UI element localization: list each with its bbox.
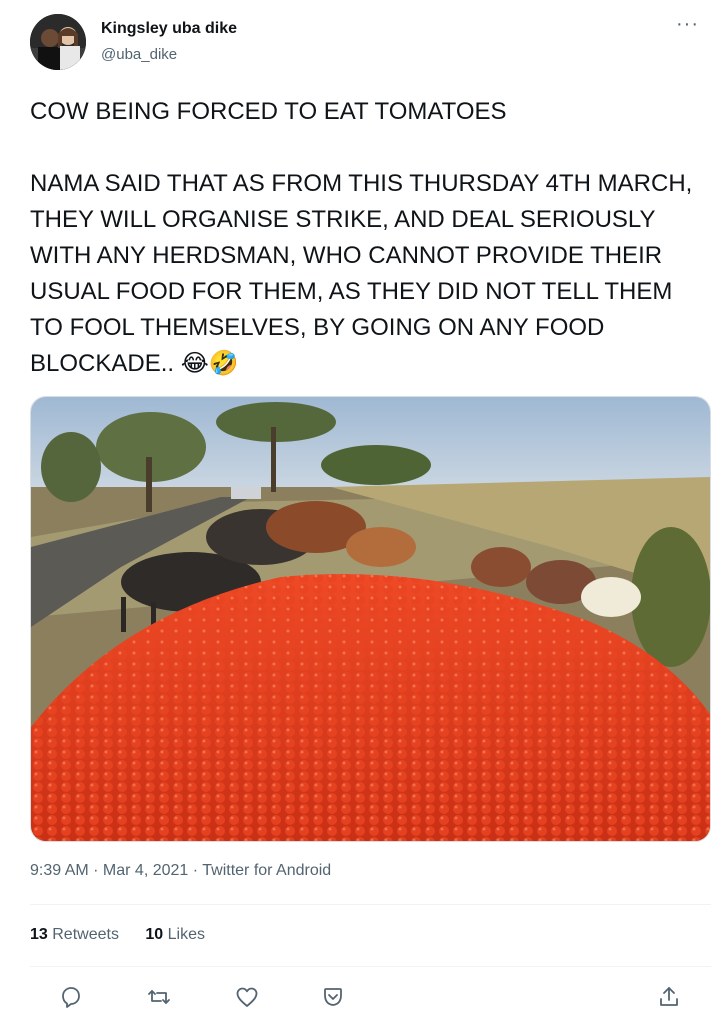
share-icon[interactable] — [652, 980, 686, 1014]
retweets-label: Retweets — [52, 926, 119, 943]
meta-separator: · — [88, 862, 103, 879]
tweet-actions — [30, 980, 711, 1014]
tweet-source[interactable]: Twitter for Android — [202, 862, 331, 879]
tweet-time[interactable]: 9:39 AM — [30, 862, 89, 879]
retweets-count: 13 — [30, 926, 48, 943]
reply-icon[interactable] — [54, 980, 88, 1014]
likes-count: 10 — [145, 926, 164, 943]
likes-stat[interactable]: 10 Likes — [145, 926, 205, 943]
divider — [30, 904, 711, 905]
likes-label: Likes — [167, 926, 206, 943]
avatar[interactable] — [30, 14, 86, 70]
tweet-photo[interactable] — [30, 396, 711, 842]
avatar-image — [30, 14, 86, 70]
tweet-stats: 13 Retweets 10 Likes — [30, 926, 227, 944]
more-icon[interactable]: ··· — [676, 14, 699, 34]
tweet-meta: 9:39 AM · Mar 4, 2021 · Twitter for Andr… — [30, 862, 331, 880]
retweet-icon[interactable] — [142, 980, 176, 1014]
retweets-stat[interactable]: 13 Retweets — [30, 926, 119, 943]
author-handle[interactable]: @uba_dike — [101, 46, 177, 63]
heart-icon[interactable] — [230, 980, 264, 1014]
author-name[interactable]: Kingsley uba dike — [101, 20, 237, 38]
bookmark-icon[interactable] — [316, 980, 350, 1014]
meta-separator: · — [188, 862, 203, 879]
divider — [30, 966, 711, 967]
cows-eating-tomatoes-image — [31, 397, 710, 841]
tweet-date[interactable]: Mar 4, 2021 — [103, 862, 188, 879]
tweet-text: COW BEING FORCED TO EAT TOMATOES NAMA SA… — [30, 98, 693, 377]
